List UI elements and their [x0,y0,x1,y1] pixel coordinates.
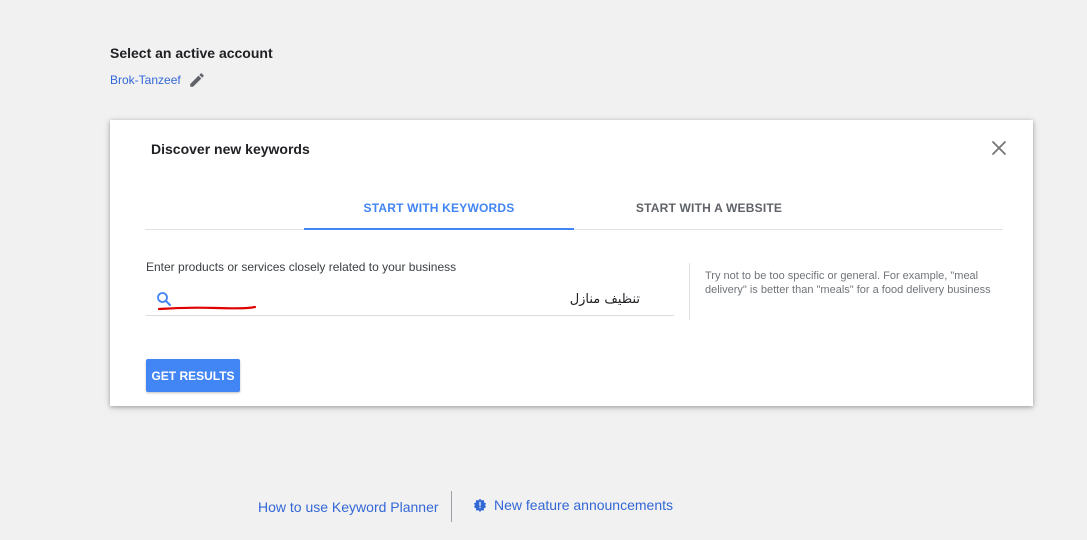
keywords-field-label: Enter products or services closely relat… [146,260,457,274]
tab-start-with-website[interactable]: START WITH A WEBSITE [574,188,844,228]
account-selector: Brok-Tanzeef [110,70,207,90]
vertical-divider [689,263,690,320]
account-name-link[interactable]: Brok-Tanzeef [110,73,181,87]
discover-keywords-card: Discover new keywords START WITH KEYWORD… [110,120,1033,406]
hint-text: Try not to be too specific or general. F… [705,270,991,296]
feature-announcements-link[interactable]: New feature announcements [473,497,673,513]
get-results-button[interactable]: GET RESULTS [146,359,240,392]
close-icon[interactable] [989,138,1009,158]
footer-divider [451,491,452,522]
badge-icon [473,498,487,512]
tab-bar: START WITH KEYWORDS START WITH A WEBSITE [145,188,1003,230]
card-title: Discover new keywords [151,141,310,157]
pencil-icon[interactable] [187,70,207,90]
account-heading: Select an active account [110,45,273,61]
feature-announcements-label: New feature announcements [494,497,673,513]
red-annotation-underline [157,305,257,311]
tab-start-with-keywords[interactable]: START WITH KEYWORDS [304,188,574,230]
keyword-planner-page: Select an active account Brok-Tanzeef Di… [0,0,1087,540]
how-to-use-link[interactable]: How to use Keyword Planner [258,499,439,515]
